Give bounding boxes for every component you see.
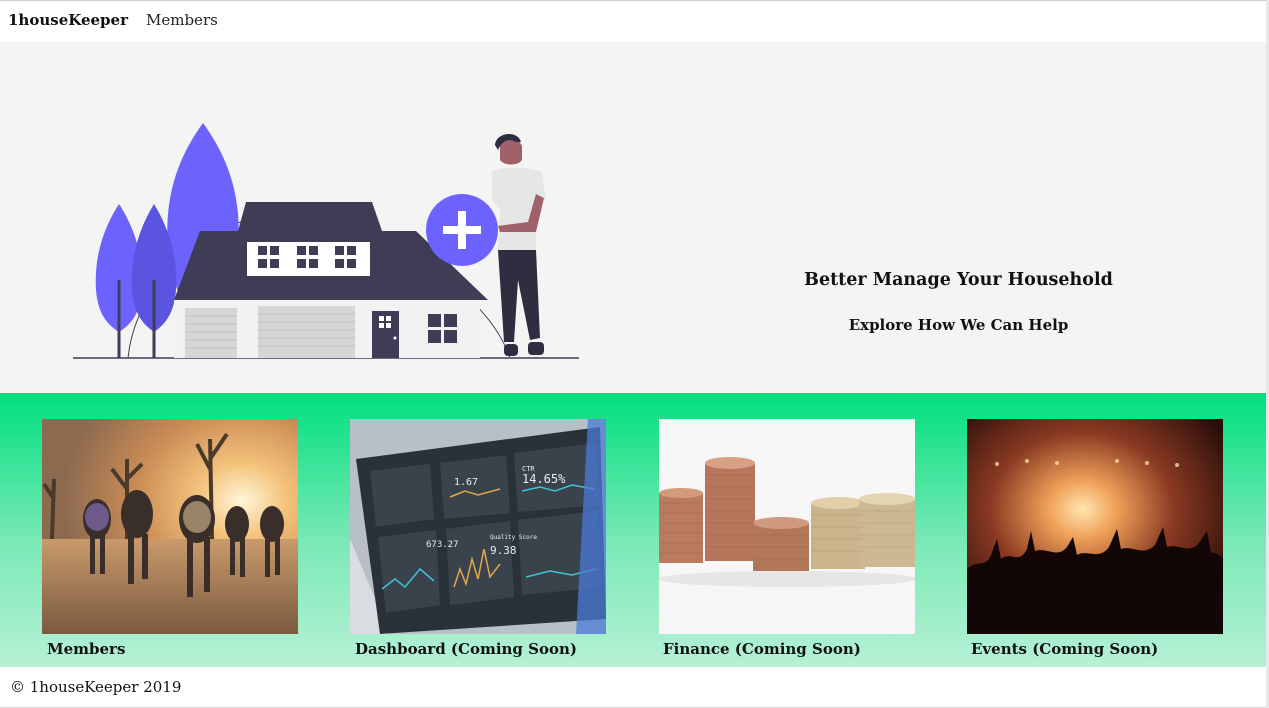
concert-crowd-photo[interactable] xyxy=(967,419,1223,634)
house-illustration xyxy=(73,123,579,359)
card-events[interactable]: Events (Coming Soon) xyxy=(967,419,1223,658)
copyright-text: © 1houseKeeper 2019 xyxy=(10,678,182,696)
svg-text:1.67: 1.67 xyxy=(454,477,478,488)
top-navbar: 1houseKeeper Members xyxy=(0,0,1266,42)
nav-link-members[interactable]: Members xyxy=(146,11,218,29)
friends-running-desert-photo[interactable] xyxy=(42,419,298,634)
card-label-events[interactable]: Events (Coming Soon) xyxy=(971,640,1158,658)
card-label-members[interactable]: Members xyxy=(47,640,125,658)
analytics-dashboard-screen-photo[interactable]: CTR 14.65% 1.67 Quality Score 9.38 673.2… xyxy=(350,419,606,634)
svg-text:9.38: 9.38 xyxy=(490,544,517,557)
svg-text:14.65%: 14.65% xyxy=(522,472,566,486)
brand-logo-link[interactable]: 1houseKeeper xyxy=(8,11,128,29)
footer: © 1houseKeeper 2019 xyxy=(0,667,1266,708)
card-members[interactable]: Members xyxy=(42,419,298,658)
hero-section: Better Manage Your Household Explore How… xyxy=(0,42,1266,393)
hero-subtitle-link[interactable]: Explore How We Can Help xyxy=(660,316,1257,334)
coin-stacks-photo[interactable] xyxy=(659,419,915,634)
svg-text:Quality Score: Quality Score xyxy=(490,534,537,541)
card-dashboard[interactable]: CTR 14.65% 1.67 Quality Score 9.38 673.2… xyxy=(350,419,606,658)
card-label-dashboard[interactable]: Dashboard (Coming Soon) xyxy=(355,640,577,658)
card-finance[interactable]: Finance (Coming Soon) xyxy=(659,419,915,658)
features-section: Members CTR 14.65% 1.67 Quality Score 9.… xyxy=(0,393,1266,667)
card-label-finance[interactable]: Finance (Coming Soon) xyxy=(663,640,861,658)
hero-title: Better Manage Your Household xyxy=(804,270,1113,290)
svg-text:673.27: 673.27 xyxy=(426,540,459,550)
